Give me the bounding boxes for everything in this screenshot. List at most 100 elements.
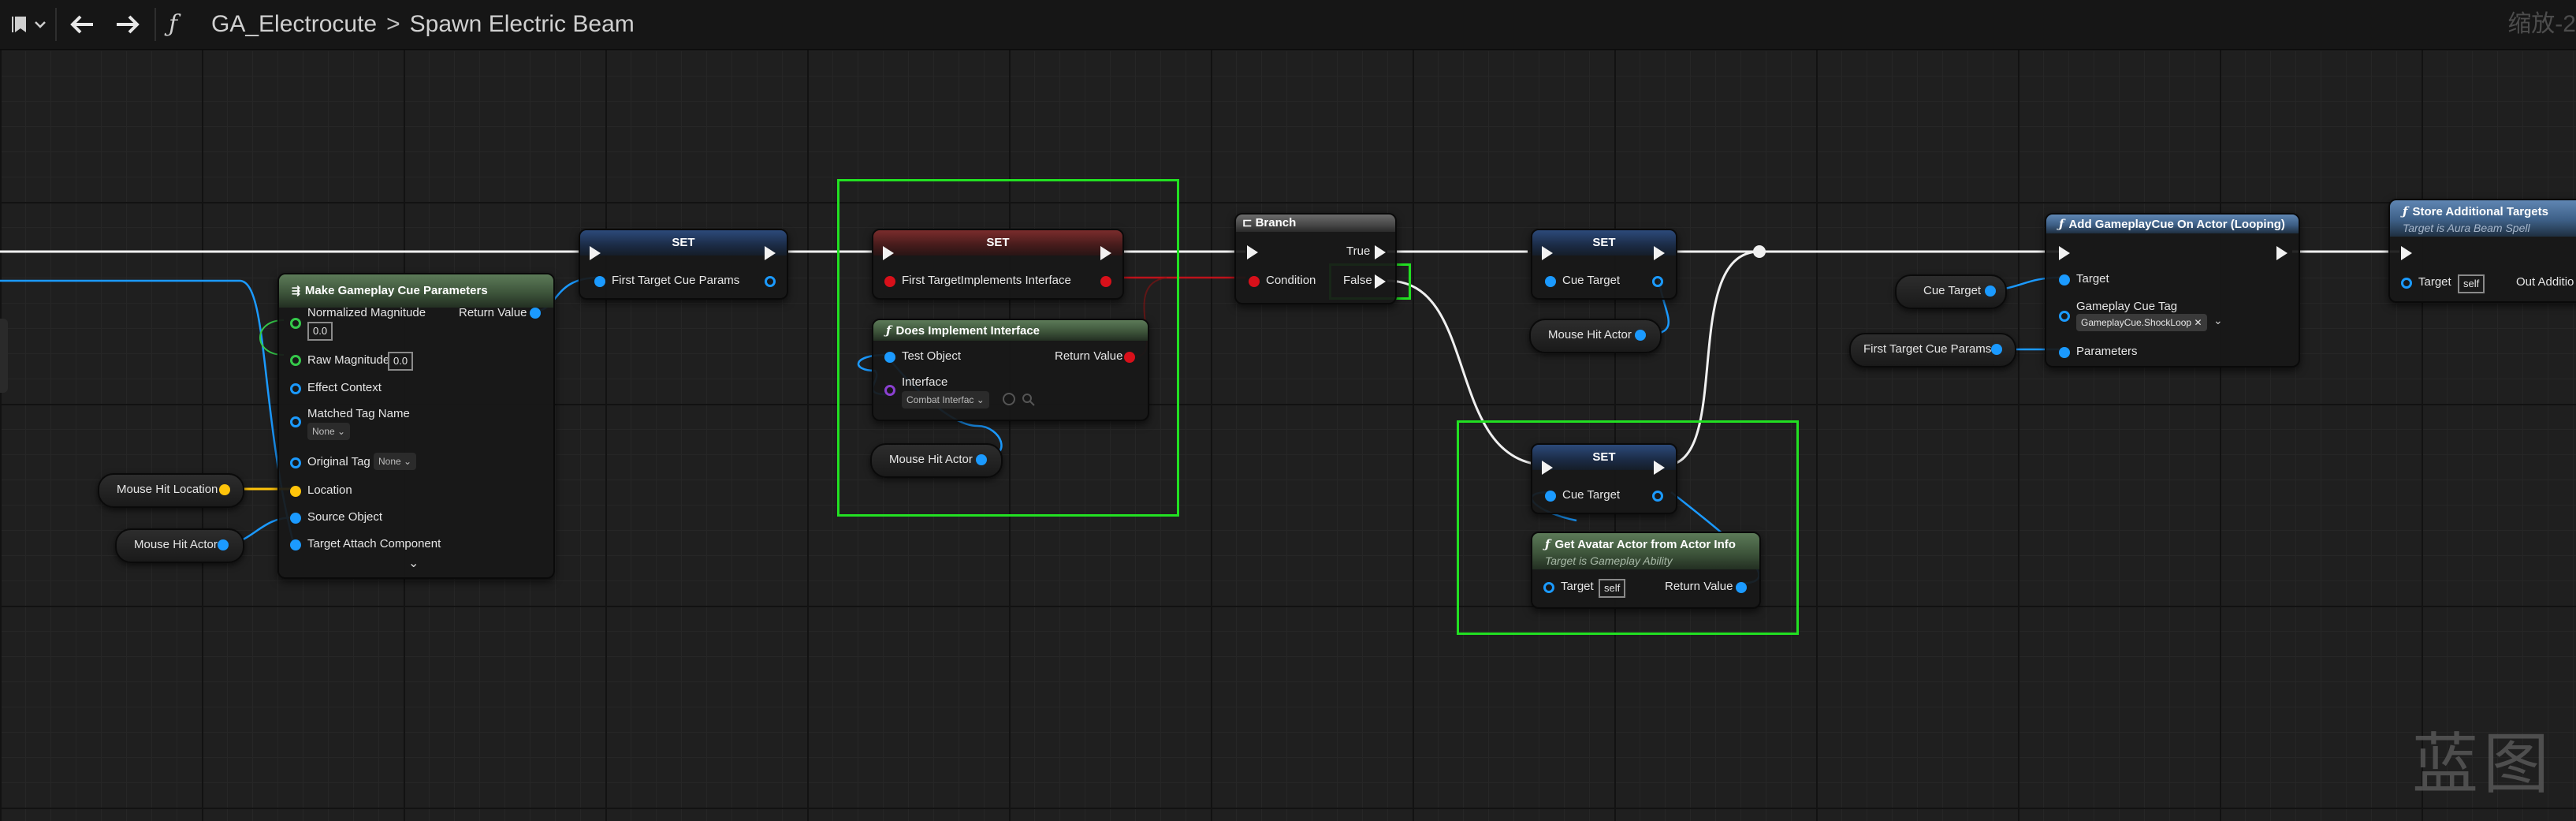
- exec-output-pin[interactable]: [1100, 246, 1111, 260]
- target-label: Target: [2076, 272, 2109, 285]
- branch-node[interactable]: ⊏ Branch True Condition False: [1234, 213, 1397, 304]
- combo-value: None: [312, 426, 335, 437]
- get-cue-target-node[interactable]: Cue Target: [1895, 274, 2007, 309]
- target-pin[interactable]: [1543, 582, 1554, 593]
- exec-input-pin[interactable]: [883, 246, 894, 260]
- function-icon: ƒ: [886, 323, 892, 338]
- get-mouse-hit-actor-node[interactable]: Mouse Hit Actor: [1529, 319, 1662, 353]
- get-mouse-hit-actor-node[interactable]: Mouse Hit Actor: [870, 443, 1003, 478]
- close-icon[interactable]: ✕: [2194, 317, 2202, 328]
- interface-combo[interactable]: Combat Interfac ⌄: [902, 391, 989, 409]
- output-pin[interactable]: [1652, 491, 1663, 502]
- exec-output-pin[interactable]: [2276, 246, 2288, 260]
- target-attach-component-label: Target Attach Component: [307, 537, 441, 550]
- exec-output-pin[interactable]: [1654, 461, 1665, 475]
- raw-magnitude-label: Raw Magnitude: [307, 353, 390, 367]
- exec-input-pin[interactable]: [1542, 461, 1553, 475]
- exec-output-pin[interactable]: [765, 246, 776, 260]
- location-label: Location: [307, 483, 352, 497]
- normalized-magnitude-pin[interactable]: [290, 318, 301, 329]
- gameplay-cue-tag-pin[interactable]: [2059, 311, 2070, 322]
- set-first-target-cue-params-node[interactable]: SET First Target Cue Params: [579, 229, 788, 300]
- node-title: ƒ Does Implement Interface: [873, 320, 1148, 341]
- get-avatar-actor-from-actor-info-node[interactable]: ƒ Get Avatar Actor from Actor Info Target…: [1531, 532, 1761, 609]
- get-first-target-cue-params-node[interactable]: First Target Cue Params: [1849, 333, 2016, 368]
- variable-label: Mouse Hit Location: [117, 483, 218, 496]
- search-icon[interactable]: [1022, 393, 1036, 411]
- output-pin[interactable]: [1100, 276, 1111, 287]
- node-title: ƒ Get Avatar Actor from Actor Info Target…: [1532, 533, 1759, 569]
- get-mouse-hit-actor-node[interactable]: Mouse Hit Actor: [115, 528, 244, 563]
- target-self-input[interactable]: self: [1599, 579, 1626, 598]
- browse-icon[interactable]: [1003, 393, 1015, 405]
- source-object-label: Source Object: [307, 510, 383, 524]
- raw-magnitude-pin[interactable]: [290, 355, 301, 366]
- pin-label: First TargetImplements Interface: [902, 274, 1071, 287]
- target-label: Target: [2418, 275, 2451, 289]
- parameters-pin[interactable]: [2059, 347, 2070, 358]
- chevron-down-icon[interactable]: ⌄: [408, 555, 419, 571]
- return-value-pin[interactable]: [1736, 582, 1747, 593]
- node-title: SET: [873, 230, 1122, 256]
- return-value-pin[interactable]: [1124, 352, 1135, 363]
- original-tag-label: Original Tag: [307, 455, 370, 468]
- variable-label: Mouse Hit Actor: [889, 453, 973, 466]
- output-pin[interactable]: [1652, 276, 1663, 287]
- false-exec-pin[interactable]: [1375, 274, 1386, 289]
- reroute-knot: [1753, 245, 1766, 258]
- variable-output-pin[interactable]: [976, 454, 987, 465]
- true-exec-pin[interactable]: [1375, 245, 1386, 259]
- target-pin[interactable]: [2401, 278, 2412, 289]
- variable-output-pin[interactable]: [218, 539, 229, 550]
- gameplay-cue-tag-chip[interactable]: GameplayCue.ShockLoop ✕: [2076, 314, 2207, 331]
- variable-output-pin[interactable]: [1635, 330, 1646, 341]
- input-pin[interactable]: [1545, 276, 1556, 287]
- effect-context-pin[interactable]: [290, 383, 301, 394]
- output-pin[interactable]: [765, 276, 776, 287]
- target-pin[interactable]: [2059, 274, 2070, 285]
- does-implement-interface-node[interactable]: ƒ Does Implement Interface Test Object Re…: [872, 319, 1149, 421]
- set-first-target-implements-interface-node[interactable]: SET First TargetImplements Interface: [872, 229, 1124, 300]
- exec-output-pin[interactable]: [1654, 246, 1665, 260]
- exec-input-pin[interactable]: [1247, 245, 1258, 259]
- chevron-down-icon[interactable]: ⌄: [2213, 314, 2223, 327]
- pin-label: Cue Target: [1562, 488, 1621, 502]
- input-pin[interactable]: [884, 276, 895, 287]
- add-gameplay-cue-on-actor-node[interactable]: ƒ Add GameplayCue On Actor (Looping) Targ…: [2045, 213, 2300, 368]
- make-gameplay-cue-parameters-node[interactable]: ⇶ Make Gameplay Cue Parameters Normalized…: [277, 273, 555, 579]
- original-tag-pin[interactable]: [290, 457, 301, 468]
- exec-input-pin[interactable]: [590, 246, 601, 260]
- set-cue-target-node[interactable]: SET Cue Target: [1531, 229, 1677, 300]
- input-pin[interactable]: [594, 276, 605, 287]
- return-value-label: Return Value: [1055, 349, 1123, 363]
- condition-pin[interactable]: [1249, 276, 1260, 287]
- variable-output-pin[interactable]: [1991, 344, 2002, 355]
- variable-label: Mouse Hit Actor: [134, 538, 218, 551]
- location-pin[interactable]: [290, 486, 301, 497]
- target-self-input[interactable]: self: [2458, 274, 2485, 293]
- normalized-magnitude-input[interactable]: 0.0: [307, 322, 333, 341]
- set-cue-target-node[interactable]: SET Cue Target: [1531, 443, 1677, 514]
- test-object-pin[interactable]: [884, 352, 895, 363]
- return-value-pin[interactable]: [530, 308, 541, 319]
- parameters-label: Parameters: [2076, 345, 2138, 358]
- variable-output-pin[interactable]: [1985, 285, 1996, 297]
- node-title: ⊏ Branch: [1236, 215, 1395, 232]
- target-attach-component-pin[interactable]: [290, 539, 301, 550]
- input-pin[interactable]: [1545, 491, 1556, 502]
- matched-tag-name-combo[interactable]: None ⌄: [307, 423, 351, 440]
- store-additional-targets-node[interactable]: ƒ Store Additional Targets Target is Aura…: [2388, 199, 2576, 303]
- raw-magnitude-input[interactable]: 0.0: [388, 352, 414, 371]
- variable-output-pin[interactable]: [219, 484, 230, 495]
- exec-input-pin[interactable]: [2401, 246, 2412, 260]
- get-mouse-hit-location-node[interactable]: Mouse Hit Location: [98, 473, 244, 508]
- node-title: ƒ Add GameplayCue On Actor (Looping): [2046, 215, 2299, 233]
- matched-tag-name-pin[interactable]: [290, 416, 301, 427]
- out-additional-targets-label: Out Additio: [2516, 275, 2574, 289]
- original-tag-combo[interactable]: None ⌄: [374, 453, 417, 470]
- source-object-pin[interactable]: [290, 513, 301, 524]
- exec-input-pin[interactable]: [2059, 246, 2070, 260]
- interface-pin[interactable]: [884, 385, 895, 396]
- exec-input-pin[interactable]: [1542, 246, 1553, 260]
- interface-label: Interface: [902, 375, 948, 389]
